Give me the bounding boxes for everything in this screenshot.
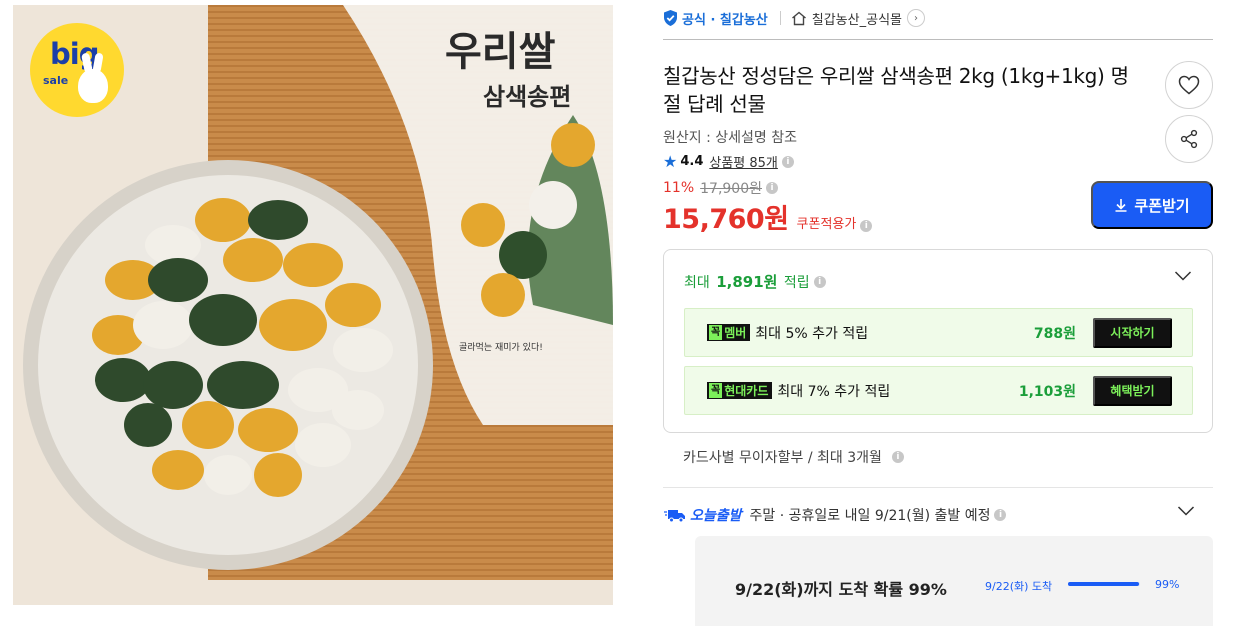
info-icon[interactable]: i [891,451,904,463]
sale-price: 15,760원 [663,204,789,235]
review-count-link[interactable]: 상품평 85개 [709,152,778,171]
today-shipping-badge: 오늘출발 [690,508,742,524]
installment-text: 카드사별 무이자할부 / 최대 3개월 [683,450,882,466]
share-button[interactable] [1165,115,1213,163]
info-icon[interactable]: i [781,155,794,168]
coupon-button-label: 쿠폰받기 [1134,197,1190,215]
card-benefit-row: 꼭 현대카드 최대 7% 추가 적립 1,103원 혜택받기 [684,366,1193,415]
points-summary[interactable]: 최대 1,891원 적립 i [684,271,826,292]
points-suffix: 적립 [783,274,810,291]
truck-icon [664,510,685,523]
points-prefix: 최대 [684,274,710,291]
card-benefit-button[interactable]: 혜택받기 [1093,375,1172,406]
card-benefit-amount: 1,103원 [1018,383,1076,400]
shield-check-icon [664,10,677,26]
info-icon[interactable]: i [813,275,826,288]
discount-percent: 11% [663,180,695,196]
download-icon [1115,199,1127,212]
arrival-probability-fill [1068,582,1140,586]
bunny-icon [78,69,108,103]
member-badge: 꼭 멤버 [707,324,751,341]
coupon-price-note: 쿠폰적용가 [796,217,857,232]
official-seller-badge[interactable]: 공식 · 칠갑농산 [663,9,768,28]
wishlist-button[interactable] [1165,61,1213,109]
store-link[interactable]: 칠갑농산_공식몰 › [791,9,925,28]
header-divider [663,39,1213,40]
member-benefit-amount: 788원 [1033,325,1076,342]
section-divider [663,487,1213,488]
big-sale-sale-text: sale [43,74,69,87]
package-brand-text: 우리쌀 [445,29,556,75]
member-start-button[interactable]: 시작하기 [1093,317,1172,348]
coupon-download-button[interactable]: 쿠폰받기 [1091,181,1213,229]
arrival-probability-text: 9/22(화)까지 도착 확률 99% [735,580,947,599]
arrival-percent: 99% [1155,578,1180,591]
chevron-down-icon[interactable] [1177,505,1195,517]
points-amount: 1,891원 [716,273,778,291]
price-row: 15,760원 쿠폰적용가 i [663,197,873,236]
arrival-date-label: 9/22(화) 도착 [985,580,1053,593]
topbar-separator [779,11,781,25]
original-price: 17,900원 [700,181,762,197]
origin-info: 원산지 : 상세설명 참조 [663,130,797,146]
store-name: 칠갑농산_공식몰 [811,12,902,28]
rating-row: ★ 4.4 상품평 85개 i [663,152,794,171]
delivery-text: 주말 · 공휴일로 내일 9/21(월) 출발 예정 [749,508,991,524]
discount-row: 11% 17,900원 i [663,178,778,198]
arrival-probability-bar [1068,582,1140,586]
points-panel: 최대 1,891원 적립 i 꼭 멤버 최대 5% 추가 적립 788원 시작하기… [663,249,1213,433]
product-image[interactable]: 우리쌀 삼색송편 골라먹는 재미가 있다! big sale [13,5,613,605]
info-icon[interactable]: i [860,220,873,232]
chevron-right-icon: › [907,9,925,27]
home-icon [791,11,806,25]
chevron-down-icon[interactable] [1174,270,1192,282]
heart-icon [1178,75,1200,95]
card-benefit-text: 최대 7% 추가 적립 [777,383,891,400]
rating-score: 4.4 [680,154,704,169]
seller-bar: 공식 · 칠갑농산 칠갑농산_공식몰 › [663,6,925,30]
member-benefit-text: 최대 5% 추가 적립 [755,325,869,342]
member-benefit-row: 꼭 멤버 최대 5% 추가 적립 788원 시작하기 [684,308,1193,357]
package-name-text: 삼색송편 [483,83,571,111]
star-icon: ★ [663,152,678,171]
info-icon[interactable]: i [994,509,1007,521]
delivery-row[interactable]: 오늘출발 주말 · 공휴일로 내일 9/21(월) 출발 예정 i [664,505,1007,525]
arrival-estimate-panel: 9/22(화)까지 도착 확률 99% 9/22(화) 도착 99% [695,536,1213,626]
official-seller-label: 공식 · 칠갑농산 [682,12,768,28]
info-icon[interactable]: i [766,182,778,194]
package-tagline: 골라먹는 재미가 있다! [459,341,543,353]
product-title: 칠갑농산 정성담은 우리쌀 삼색송편 2kg (1kg+1kg) 명절 답례 선… [663,64,1129,116]
hyundai-card-badge: 꼭 현대카드 [707,382,773,399]
big-sale-badge: big sale [30,23,124,117]
installment-info: 카드사별 무이자할부 / 최대 3개월 i [683,447,904,467]
share-icon [1180,129,1198,149]
